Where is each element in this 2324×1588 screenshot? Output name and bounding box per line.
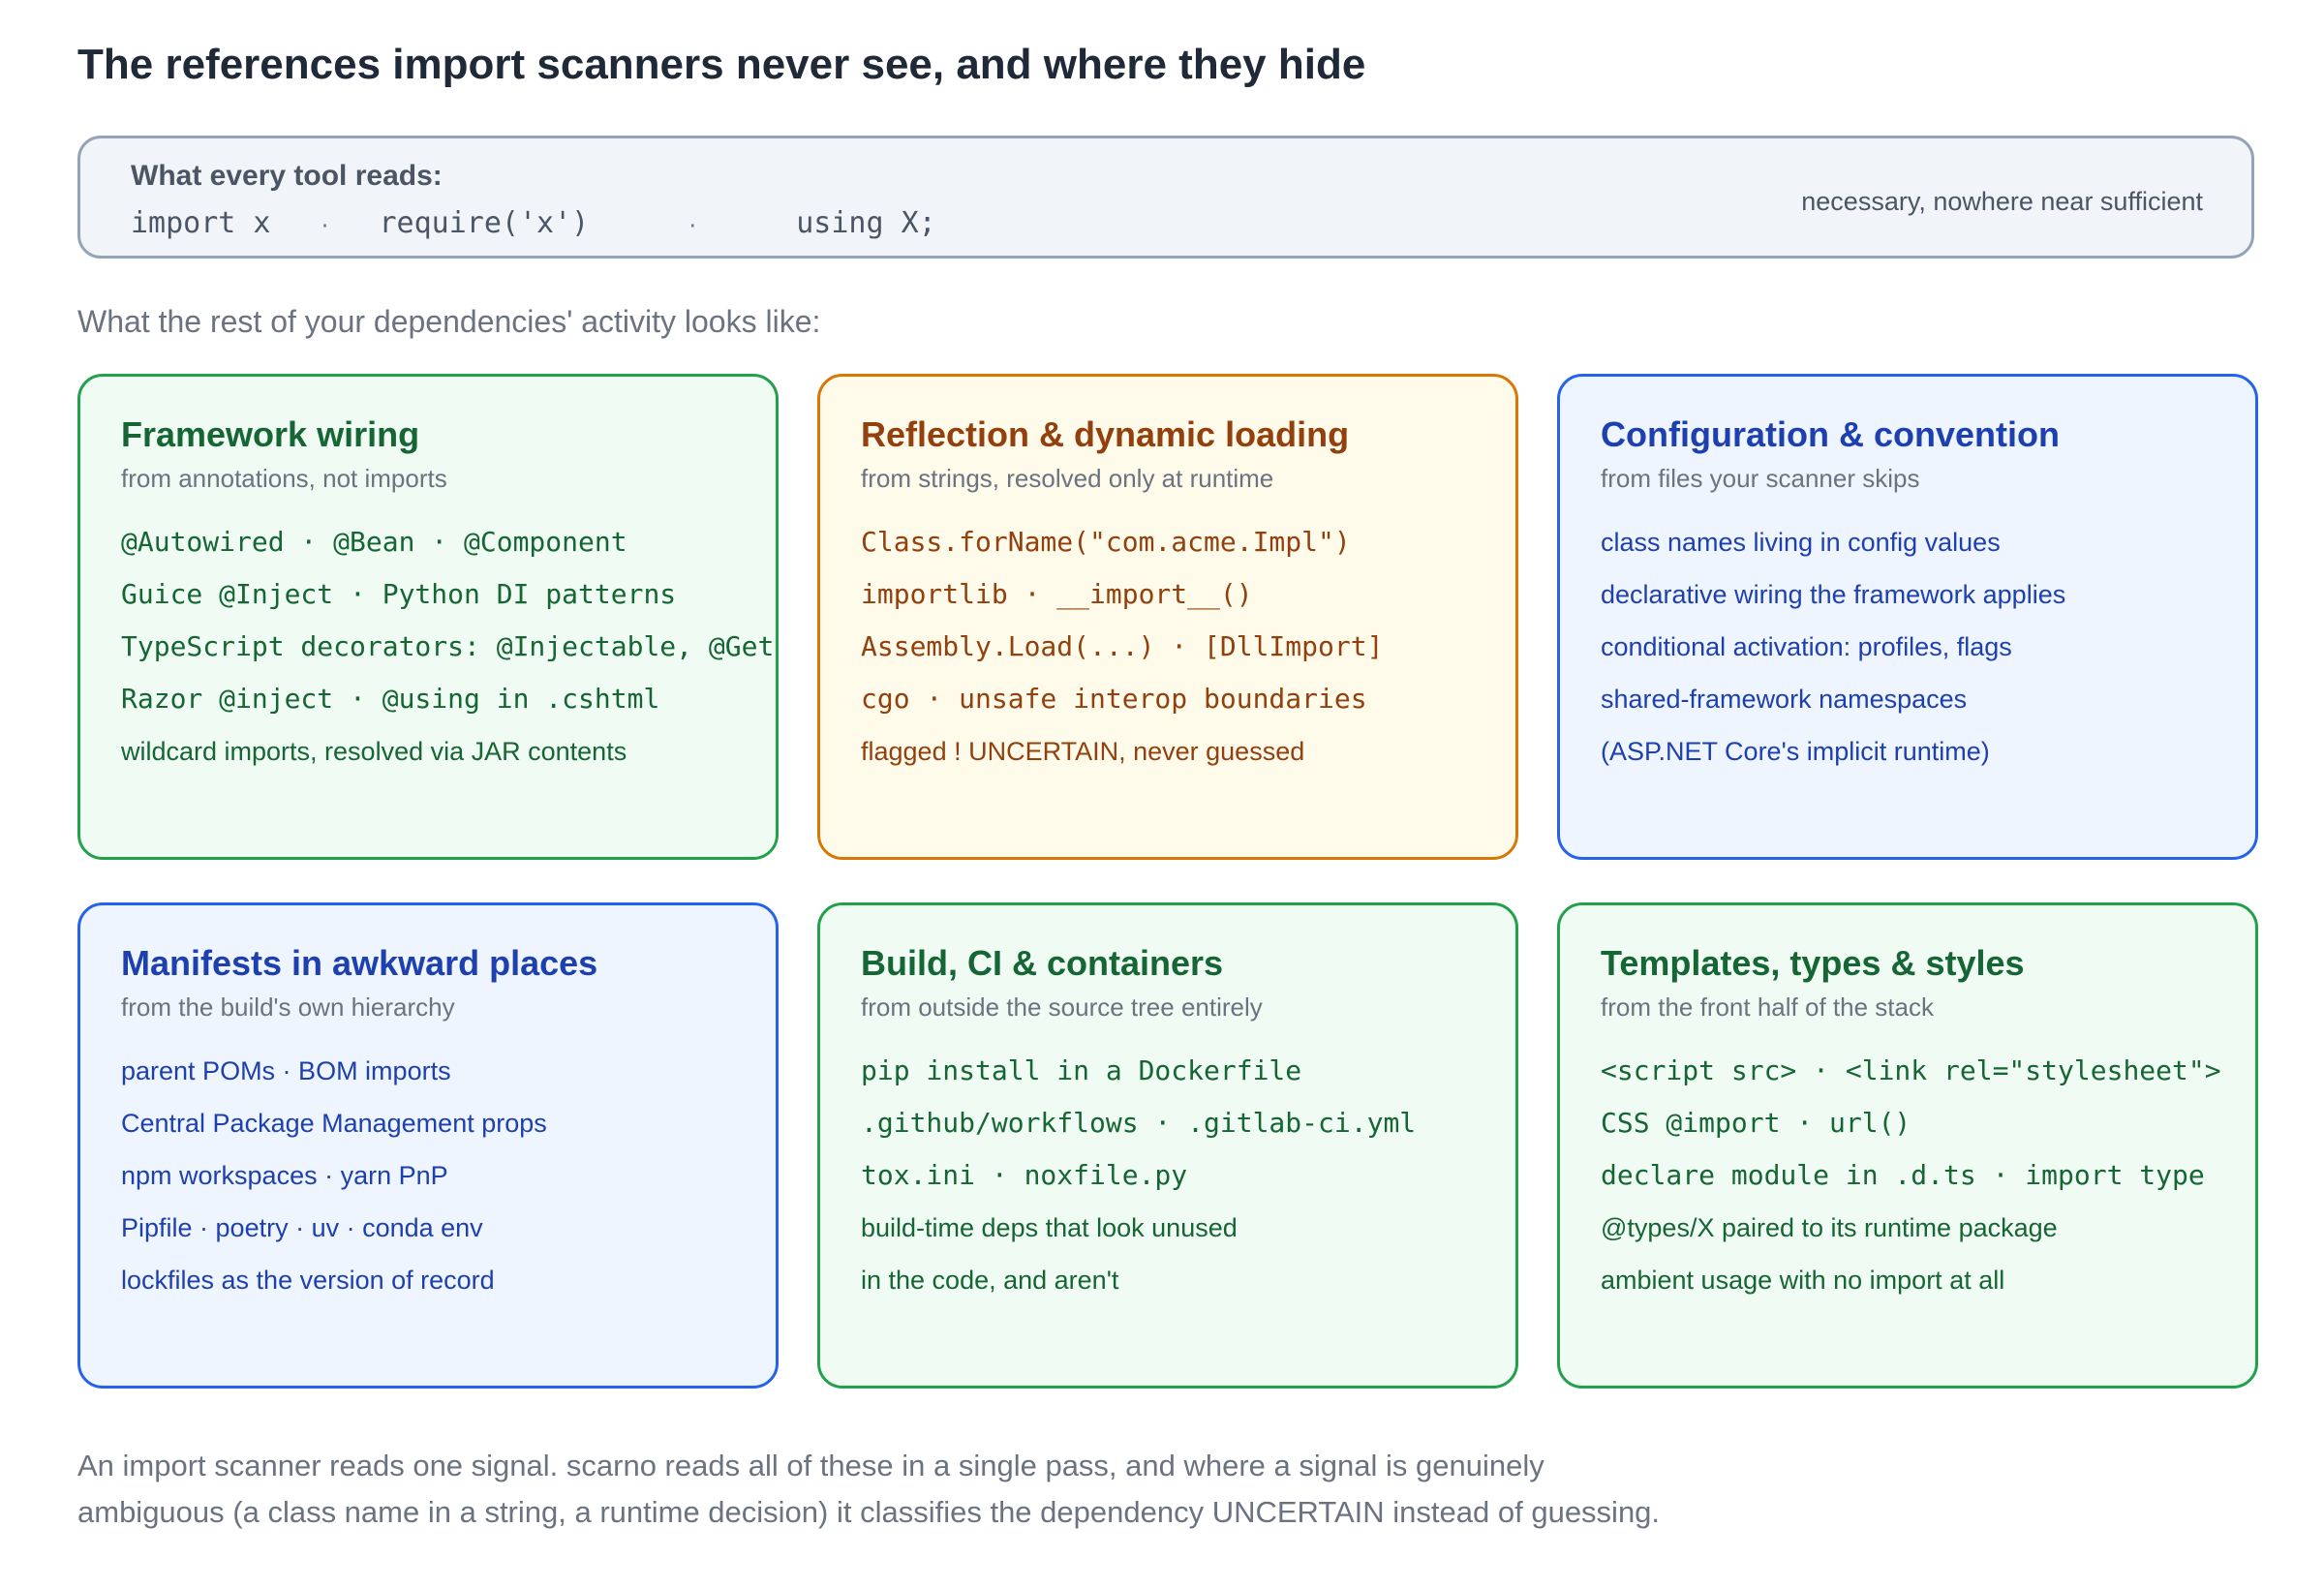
footer-summary: An import scanner reads one signal. scar… bbox=[77, 1443, 2208, 1536]
card-build-ci-containers: Build, CI & containers from outside the … bbox=[817, 902, 1518, 1389]
card-line: Class.forName("com.acme.Impl") bbox=[861, 526, 1351, 558]
card-title: Configuration & convention bbox=[1601, 414, 2060, 454]
footer-line: ambiguous (a class name in a string, a r… bbox=[77, 1495, 1661, 1529]
card-line: build-time deps that look unused bbox=[861, 1213, 1238, 1242]
card-subtitle: from outside the source tree entirely bbox=[861, 992, 1263, 1022]
card-line: pip install in a Dockerfile bbox=[861, 1054, 1302, 1086]
card-line: flagged ! UNCERTAIN, never guessed bbox=[861, 737, 1305, 766]
section-intro: What the rest of your dependencies' acti… bbox=[77, 304, 821, 339]
card-subtitle: from the front half of the stack bbox=[1601, 992, 1934, 1022]
card-title: Reflection & dynamic loading bbox=[861, 414, 1350, 454]
signal-separator: · bbox=[319, 214, 331, 237]
card-line: conditional activation: profiles, flags bbox=[1601, 632, 2012, 661]
card-line: ambient usage with no import at all bbox=[1601, 1266, 2005, 1295]
card-line: lockfiles as the version of record bbox=[121, 1266, 495, 1295]
card-framework-wiring: Framework wiring from annotations, not i… bbox=[77, 374, 779, 860]
card-line: declarative wiring the framework applies bbox=[1601, 580, 2066, 609]
signal-item-using: using X; bbox=[796, 206, 936, 240]
card-subtitle: from annotations, not imports bbox=[121, 464, 447, 493]
card-title: Manifests in awkward places bbox=[121, 943, 598, 983]
card-title: Build, CI & containers bbox=[861, 943, 1224, 983]
card-line: cgo · unsafe interop boundaries bbox=[861, 683, 1367, 715]
card-line: (ASP.NET Core's implicit runtime) bbox=[1601, 737, 1990, 766]
card-subtitle: from files your scanner skips bbox=[1601, 464, 1920, 493]
card-line: wildcard imports, resolved via JAR conte… bbox=[121, 737, 627, 766]
card-line: Assembly.Load(...) · [DllImport] bbox=[861, 630, 1384, 662]
card-line: Central Package Management props bbox=[121, 1109, 547, 1138]
signal-item-require: require('x') bbox=[379, 206, 590, 240]
card-line: CSS @import · url() bbox=[1601, 1107, 1911, 1139]
signal-items: import x · require('x') · using X; bbox=[131, 206, 936, 240]
card-line: @types/X paired to its runtime package bbox=[1601, 1213, 2058, 1242]
signal-item-import: import x bbox=[131, 206, 271, 240]
signal-label: What every tool reads: bbox=[131, 160, 443, 192]
import-signal-box: What every tool reads: import x · requir… bbox=[77, 136, 2254, 259]
card-reflection-dynamic-loading: Reflection & dynamic loading from string… bbox=[817, 374, 1518, 860]
page-title: The references import scanners never see… bbox=[77, 41, 1366, 88]
signal-note: necessary, nowhere near sufficient bbox=[1801, 187, 2203, 216]
card-line: <script src> · <link rel="stylesheet"> bbox=[1601, 1054, 2221, 1086]
card-line: in the code, and aren't bbox=[861, 1266, 1119, 1295]
signal-separator: · bbox=[687, 214, 699, 237]
card-title: Framework wiring bbox=[121, 414, 420, 454]
card-subtitle: from strings, resolved only at runtime bbox=[861, 464, 1274, 493]
card-line: TypeScript decorators: @Injectable, @Get bbox=[121, 630, 775, 662]
card-line: .github/workflows · .gitlab-ci.yml bbox=[861, 1107, 1417, 1139]
card-line: Razor @inject · @using in .cshtml bbox=[121, 683, 660, 715]
card-line: shared-framework namespaces bbox=[1601, 685, 1968, 714]
card-line: npm workspaces · yarn PnP bbox=[121, 1161, 448, 1190]
card-line: class names living in config values bbox=[1601, 528, 2001, 557]
card-templates-types-styles: Templates, types & styles from the front… bbox=[1557, 902, 2258, 1389]
card-subtitle: from the build's own hierarchy bbox=[121, 992, 455, 1022]
card-line: importlib · __import__() bbox=[861, 578, 1253, 610]
card-configuration-convention: Configuration & convention from files yo… bbox=[1557, 374, 2258, 860]
card-manifests-awkward-places: Manifests in awkward places from the bui… bbox=[77, 902, 779, 1389]
card-line: tox.ini · noxfile.py bbox=[861, 1159, 1188, 1191]
footer-line: An import scanner reads one signal. scar… bbox=[77, 1449, 1544, 1482]
card-line: parent POMs · BOM imports bbox=[121, 1056, 451, 1085]
card-title: Templates, types & styles bbox=[1601, 943, 2025, 983]
card-line: @Autowired · @Bean · @Component bbox=[121, 526, 627, 558]
card-line: declare module in .d.ts · import type bbox=[1601, 1159, 2205, 1191]
card-line: Pipfile · poetry · uv · conda env bbox=[121, 1213, 483, 1242]
card-line: Guice @Inject · Python DI patterns bbox=[121, 578, 677, 610]
